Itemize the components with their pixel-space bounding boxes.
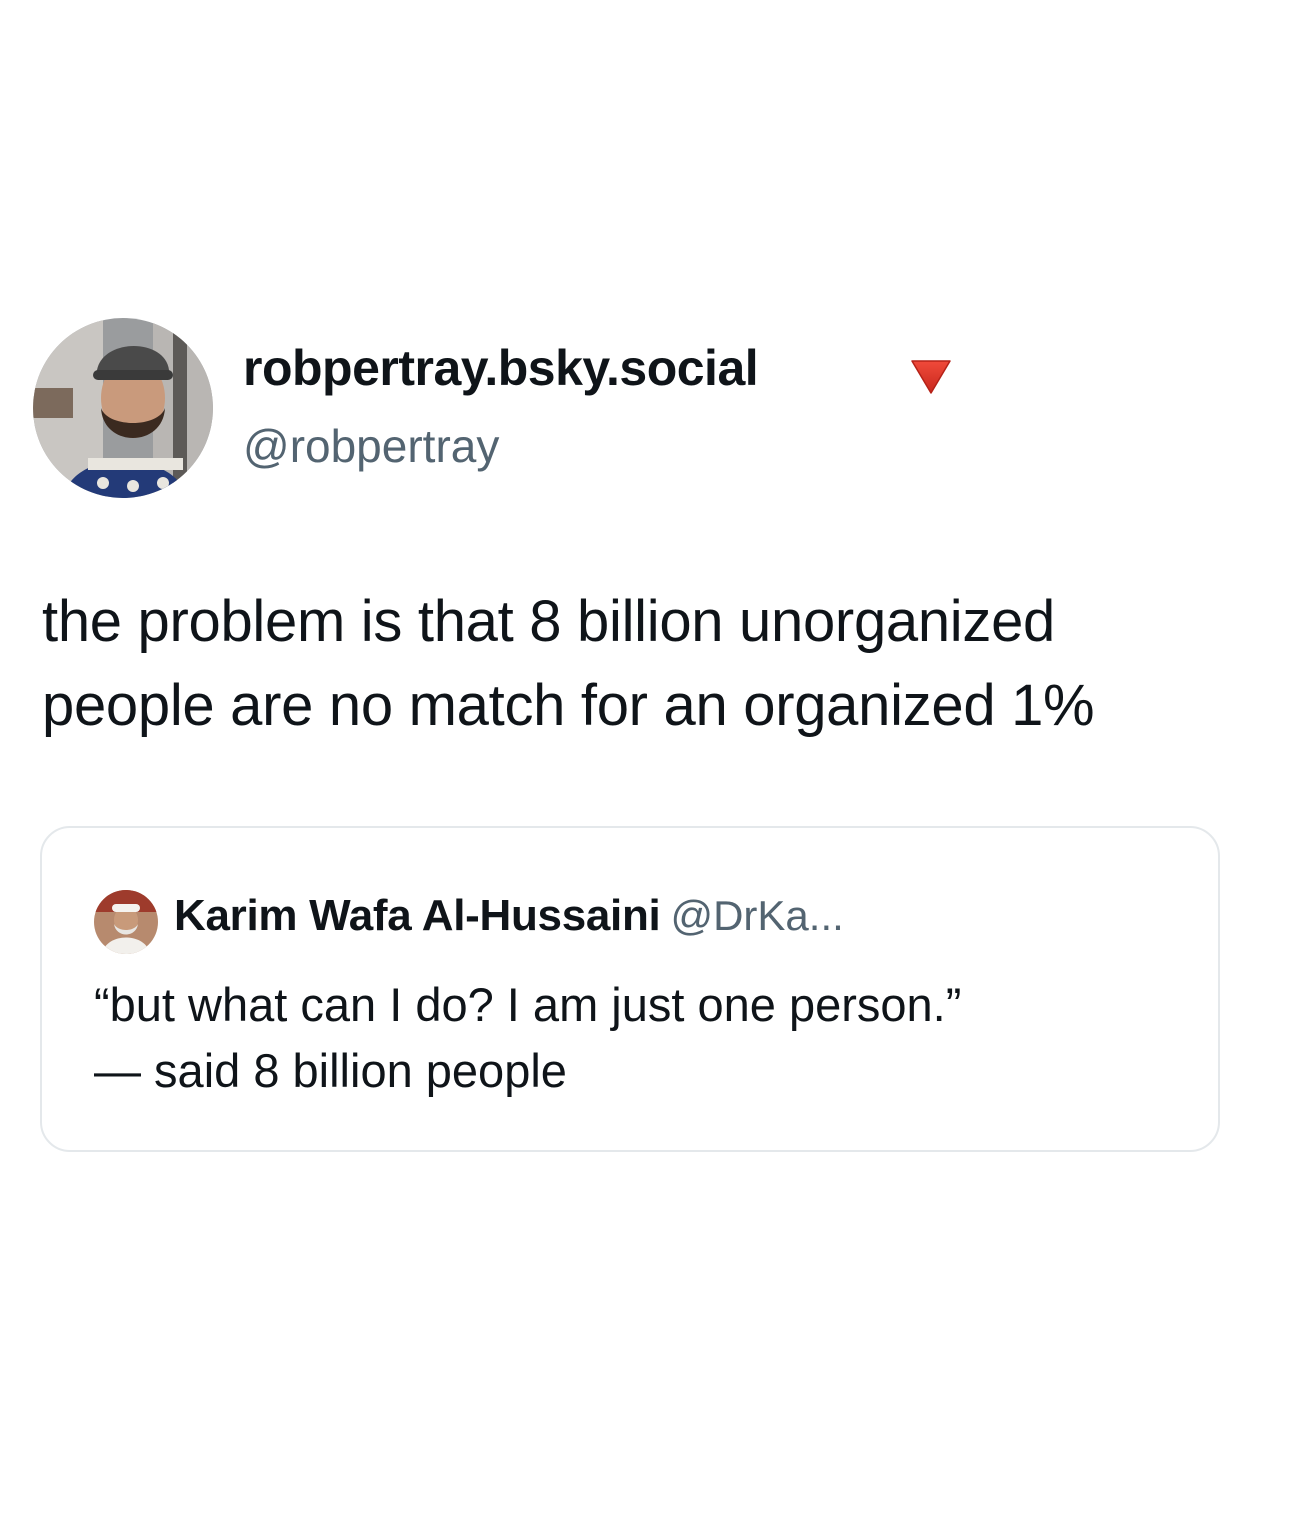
- quoted-author-handle[interactable]: @DrKa...: [670, 892, 843, 939]
- quoted-author-display-name[interactable]: Karim Wafa Al-Hussaini: [174, 891, 661, 940]
- quoted-tweet-header: Karim Wafa Al-Hussaini @DrKa...: [174, 886, 844, 956]
- quoted-tweet-text: “but what can I do? I am just one person…: [94, 972, 961, 1104]
- author-avatar[interactable]: [33, 318, 213, 498]
- author-display-name[interactable]: robpertray.bsky.social: [243, 338, 759, 398]
- author-avatar-image: [33, 318, 213, 498]
- tweet-text: the problem is that 8 billion unorganize…: [42, 580, 1242, 748]
- quoted-tweet-card[interactable]: Karim Wafa Al-Hussaini @DrKa... “but what…: [40, 826, 1220, 1152]
- tweet-text-line: people are no match for an organized 1%: [42, 673, 1095, 738]
- quoted-author-avatar-image: [94, 890, 158, 954]
- quoted-tweet-text-line: — said 8 billion people: [94, 1044, 567, 1097]
- tweet-text-line: the problem is that 8 billion unorganize…: [42, 589, 1056, 654]
- quoted-tweet-text-line: “but what can I do? I am just one person…: [94, 978, 962, 1031]
- tweet-card: robpertray.bsky.social @robpertray the p…: [0, 0, 1306, 1516]
- author-handle[interactable]: @robpertray: [243, 418, 499, 474]
- red-triangle-down-icon: [911, 360, 951, 394]
- quoted-author-avatar[interactable]: [94, 890, 158, 954]
